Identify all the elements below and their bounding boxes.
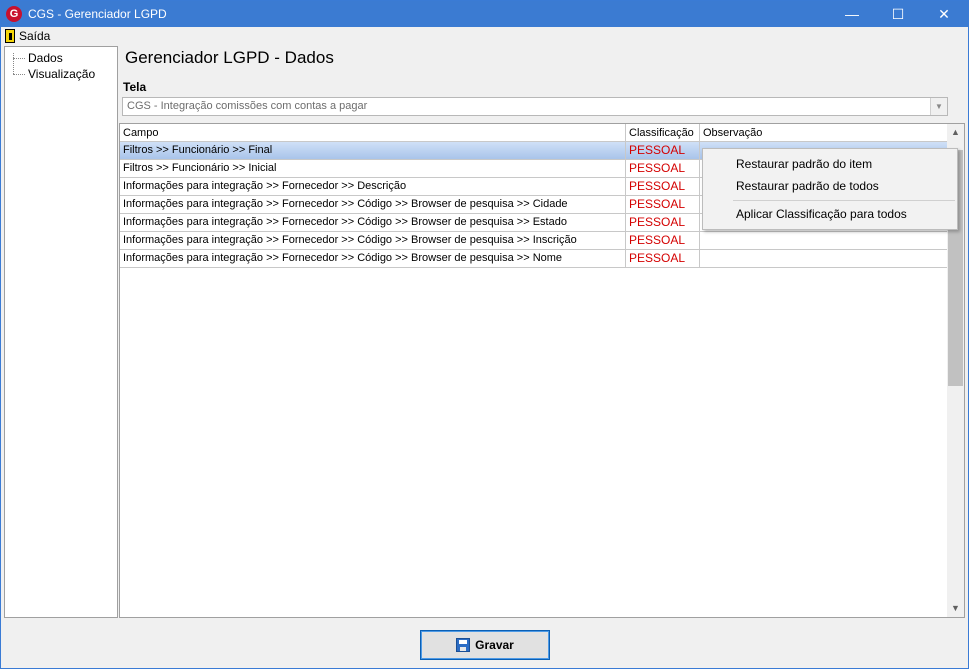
scroll-down-icon[interactable]: ▼ [947,600,964,617]
menu-bar: Saída [1,27,968,45]
cell-observacao[interactable] [700,250,948,267]
cell-campo: Informações para integração >> Fornecedo… [120,214,626,231]
tree-item-visualizacao[interactable]: Visualização [13,66,95,82]
cell-classificacao[interactable]: PESSOAL [626,142,700,159]
window-title: CGS - Gerenciador LGPD [28,7,167,21]
page-title: Gerenciador LGPD - Dados [125,48,334,67]
save-button[interactable]: Gravar [420,630,550,660]
cell-classificacao[interactable]: PESSOAL [626,160,700,177]
cell-classificacao[interactable]: PESSOAL [626,196,700,213]
cell-classificacao[interactable]: PESSOAL [626,232,700,249]
column-header-campo[interactable]: Campo [120,124,626,142]
cell-campo: Informações para integração >> Fornecedo… [120,232,626,249]
table-row[interactable]: Informações para integração >> Fornecedo… [120,250,948,268]
floppy-disk-icon [456,638,471,652]
tela-label: Tela [123,80,147,94]
ctx-restore-item[interactable]: Restaurar padrão do item [736,154,872,174]
cell-classificacao[interactable]: PESSOAL [626,178,700,195]
column-header-observacao[interactable]: Observação [700,124,948,142]
close-button[interactable]: ✕ [921,1,967,27]
cell-classificacao[interactable]: PESSOAL [626,214,700,231]
scroll-up-icon[interactable]: ▲ [947,124,964,141]
maximize-button[interactable]: ☐ [875,1,921,27]
cell-campo: Informações para integração >> Fornecedo… [120,250,626,267]
menu-item-exit[interactable]: Saída [5,28,50,44]
dropdown-arrow-icon[interactable]: ▼ [930,98,947,115]
minimize-button[interactable]: — [829,1,875,27]
tree-item-label: Visualização [28,67,96,81]
tree-item-label: Dados [28,51,63,65]
tela-combobox-value: CGS - Integração comissões com contas a … [127,100,368,112]
cell-campo: Filtros >> Funcionário >> Final [120,142,626,159]
ctx-restore-all[interactable]: Restaurar padrão de todos [736,176,879,196]
cell-campo: Informações para integração >> Fornecedo… [120,178,626,195]
tree-item-dados[interactable]: Dados [13,50,63,66]
cell-observacao[interactable] [700,232,948,249]
grid-header: Campo Classificação Observação [120,124,948,142]
ctx-apply-classification-all[interactable]: Aplicar Classificação para todos [736,204,907,224]
column-header-classificacao[interactable]: Classificação [626,124,700,142]
title-bar[interactable]: G CGS - Gerenciador LGPD — ☐ ✕ [1,1,968,27]
menu-exit-label: Saída [19,29,51,43]
exit-door-icon [5,29,15,43]
save-button-label: Gravar [475,638,514,652]
context-menu: Restaurar padrão do item Restaurar padrã… [702,148,958,230]
app-window: G CGS - Gerenciador LGPD — ☐ ✕ Saída Dad… [0,0,969,669]
cell-classificacao[interactable]: PESSOAL [626,250,700,267]
app-logo-icon: G [6,6,22,22]
cell-campo: Informações para integração >> Fornecedo… [120,196,626,213]
table-row[interactable]: Informações para integração >> Fornecedo… [120,232,948,250]
navigation-tree: Dados Visualização [4,46,118,618]
cell-campo: Filtros >> Funcionário >> Inicial [120,160,626,177]
tela-combobox[interactable]: CGS - Integração comissões com contas a … [122,97,948,116]
ctx-separator [733,200,955,201]
